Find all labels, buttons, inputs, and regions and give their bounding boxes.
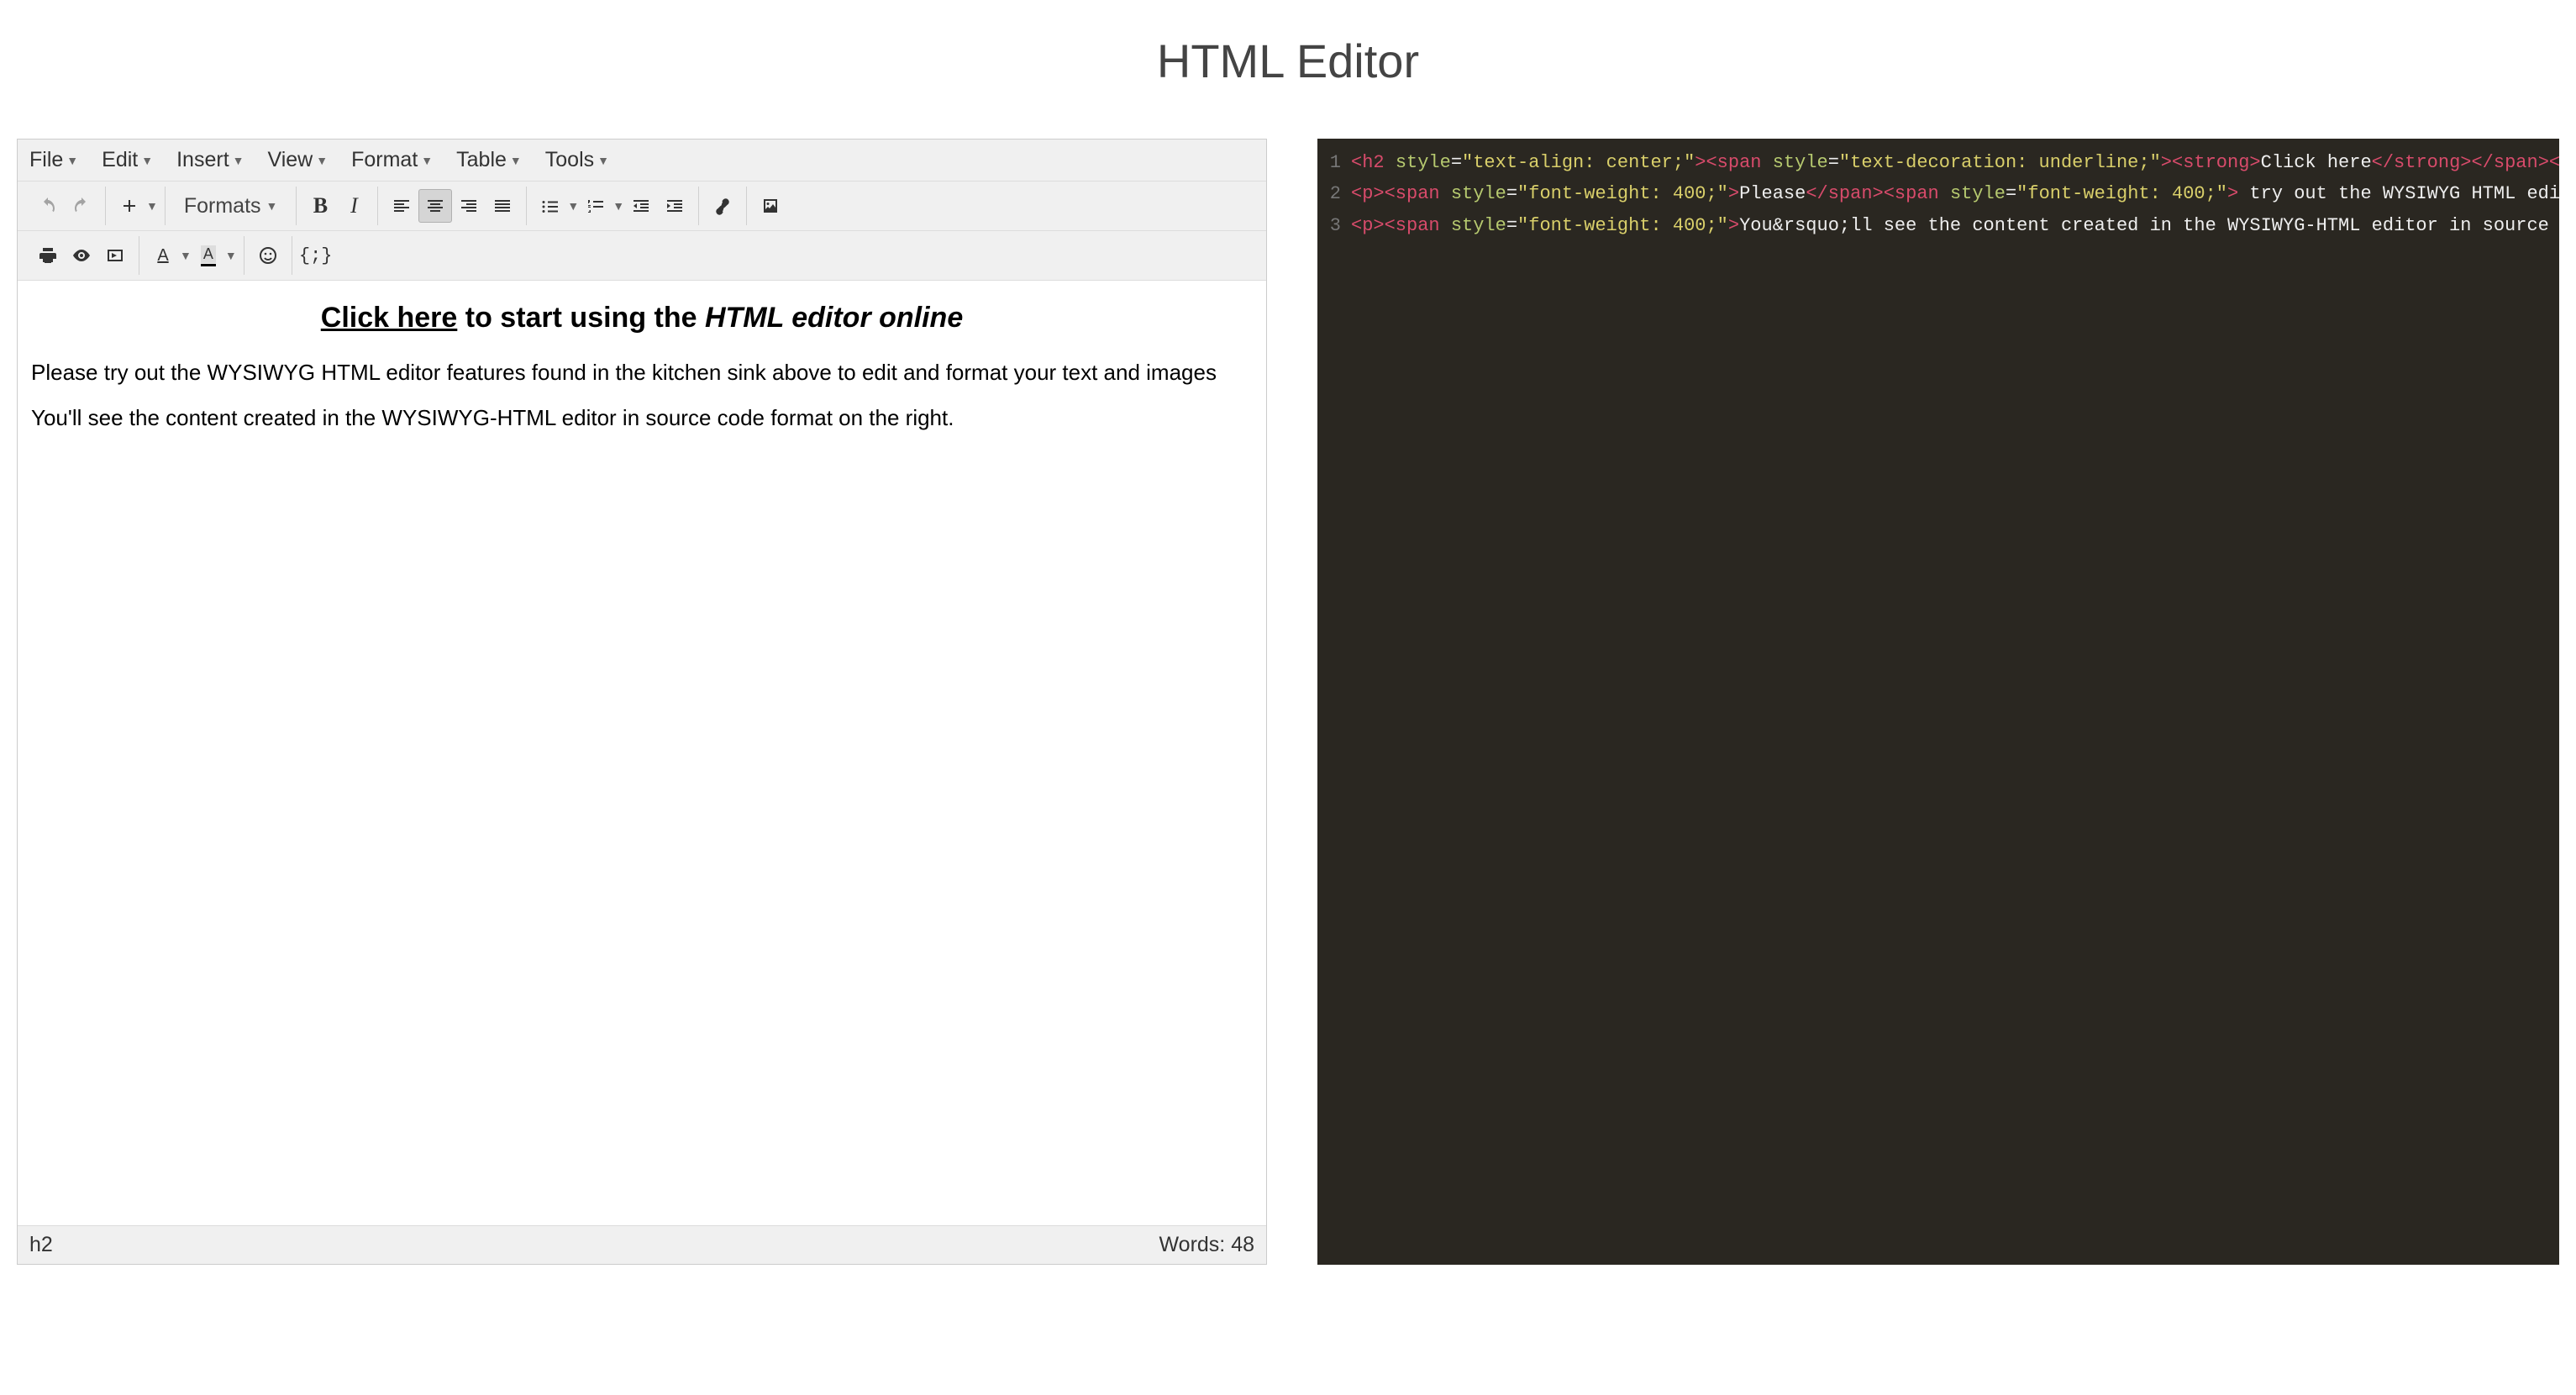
- image-button[interactable]: [754, 189, 787, 223]
- emoticons-button[interactable]: [251, 239, 285, 272]
- numbered-list-button[interactable]: [579, 189, 612, 223]
- text-color-button[interactable]: A: [146, 239, 180, 272]
- caret-down-icon: ▼: [146, 199, 158, 213]
- numbered-list-icon: [586, 196, 606, 216]
- caret-down-icon: ▼: [266, 199, 278, 213]
- indent-icon: [665, 196, 685, 216]
- element-path[interactable]: h2: [29, 1233, 53, 1257]
- caret-down-icon: ▼: [597, 154, 609, 167]
- code-icon: {;}: [299, 245, 333, 266]
- wysiwyg-editor-panel: File▼ Edit▼ Insert▼ View▼ Format▼ Table▼…: [17, 139, 1267, 1265]
- bold-icon: B: [313, 193, 328, 218]
- line-number: 3: [1317, 210, 1351, 241]
- menu-table-label: Table: [456, 148, 507, 172]
- plus-icon: [119, 196, 139, 216]
- background-color-button[interactable]: A: [192, 239, 225, 272]
- align-left-button[interactable]: [385, 189, 418, 223]
- smiley-icon: [258, 245, 278, 266]
- caret-down-icon: ▼: [141, 154, 153, 167]
- main-container: File▼ Edit▼ Insert▼ View▼ Format▼ Table▼…: [0, 139, 2576, 1265]
- caret-down-icon: ▼: [510, 154, 522, 167]
- editor-content-area[interactable]: Click here to start using the HTML edito…: [18, 281, 1266, 1225]
- menubar: File▼ Edit▼ Insert▼ View▼ Format▼ Table▼…: [18, 140, 1266, 182]
- indent-button[interactable]: [658, 189, 691, 223]
- caret-down-icon: ▼: [316, 154, 328, 167]
- undo-button[interactable]: [31, 189, 65, 223]
- formats-label: Formats: [184, 194, 261, 218]
- media-button[interactable]: [98, 239, 132, 272]
- bullet-list-icon: [540, 196, 560, 216]
- caret-down-icon: ▼: [233, 154, 244, 167]
- menu-edit-label: Edit: [102, 148, 138, 172]
- print-icon: [38, 245, 58, 266]
- outdent-icon: [631, 196, 651, 216]
- statusbar: h2 Words: 48: [18, 1225, 1266, 1264]
- line-number: 2: [1317, 178, 1351, 209]
- highlight-icon: A: [201, 245, 216, 263]
- align-center-button[interactable]: [418, 189, 452, 223]
- menu-file-label: File: [29, 148, 63, 172]
- bullet-list-button[interactable]: [534, 189, 567, 223]
- heading-click-here: Click here: [321, 302, 458, 334]
- menu-view[interactable]: View▼: [268, 148, 329, 172]
- redo-icon: [71, 196, 92, 216]
- align-center-icon: [425, 196, 445, 216]
- align-left-icon: [392, 196, 412, 216]
- align-right-icon: [459, 196, 479, 216]
- italic-button[interactable]: I: [337, 189, 371, 223]
- caret-down-icon: ▼: [66, 154, 78, 167]
- text-color-icon: A: [157, 246, 168, 266]
- menu-format-label: Format: [351, 148, 418, 172]
- menu-format[interactable]: Format▼: [351, 148, 433, 172]
- link-button[interactable]: [706, 189, 739, 223]
- color-bar: [201, 264, 216, 266]
- words-value: 48: [1231, 1233, 1254, 1256]
- link-icon: [712, 196, 733, 216]
- caret-down-icon: ▼: [567, 199, 579, 213]
- menu-file[interactable]: File▼: [29, 148, 78, 172]
- toolbar-row-2: A ▼ A ▼ {;}: [18, 231, 1266, 281]
- outdent-button[interactable]: [624, 189, 658, 223]
- menu-view-label: View: [268, 148, 313, 172]
- menu-table[interactable]: Table▼: [456, 148, 522, 172]
- menu-insert-label: Insert: [176, 148, 229, 172]
- print-button[interactable]: [31, 239, 65, 272]
- page-title: HTML Editor: [0, 34, 2576, 88]
- align-justify-icon: [492, 196, 513, 216]
- heading-em: HTML editor online: [705, 302, 963, 334]
- italic-icon: I: [350, 193, 358, 218]
- image-icon: [760, 196, 781, 216]
- caret-down-icon: ▼: [612, 199, 624, 213]
- code-line: 3 <p><span style="font-weight: 400;">You…: [1317, 210, 2559, 241]
- word-count: Words: 48: [1159, 1233, 1254, 1257]
- redo-button[interactable]: [65, 189, 98, 223]
- toolbar-row-1: ▼ Formats ▼ B I: [18, 182, 1266, 231]
- line-number: 1: [1317, 147, 1351, 178]
- media-icon: [105, 245, 125, 266]
- align-justify-button[interactable]: [486, 189, 519, 223]
- content-para-1: Please try out the WYSIWYG HTML editor f…: [31, 355, 1253, 389]
- code-sample-button[interactable]: {;}: [299, 239, 333, 272]
- caret-down-icon: ▼: [180, 249, 192, 262]
- preview-button[interactable]: [65, 239, 98, 272]
- words-label: Words:: [1159, 1233, 1232, 1256]
- menu-tools[interactable]: Tools▼: [545, 148, 609, 172]
- menu-insert[interactable]: Insert ▼: [176, 148, 244, 172]
- source-code-panel[interactable]: 1 <h2 style="text-align: center;"><span …: [1317, 139, 2559, 1265]
- heading-rest: to start using the: [457, 302, 705, 334]
- menu-edit[interactable]: Edit▼: [102, 148, 153, 172]
- undo-icon: [38, 196, 58, 216]
- align-right-button[interactable]: [452, 189, 486, 223]
- caret-down-icon: ▼: [421, 154, 433, 167]
- code-line: 2 <p><span style="font-weight: 400;">Ple…: [1317, 178, 2559, 209]
- code-line: 1 <h2 style="text-align: center;"><span …: [1317, 147, 2559, 178]
- formats-dropdown[interactable]: Formats ▼: [172, 189, 290, 223]
- menu-tools-label: Tools: [545, 148, 594, 172]
- eye-icon: [71, 245, 92, 266]
- caret-down-icon: ▼: [225, 249, 237, 262]
- bold-button[interactable]: B: [303, 189, 337, 223]
- content-heading: Click here to start using the HTML edito…: [31, 296, 1253, 340]
- insert-plus-button[interactable]: [113, 189, 146, 223]
- content-para-2: You'll see the content created in the WY…: [31, 401, 1253, 434]
